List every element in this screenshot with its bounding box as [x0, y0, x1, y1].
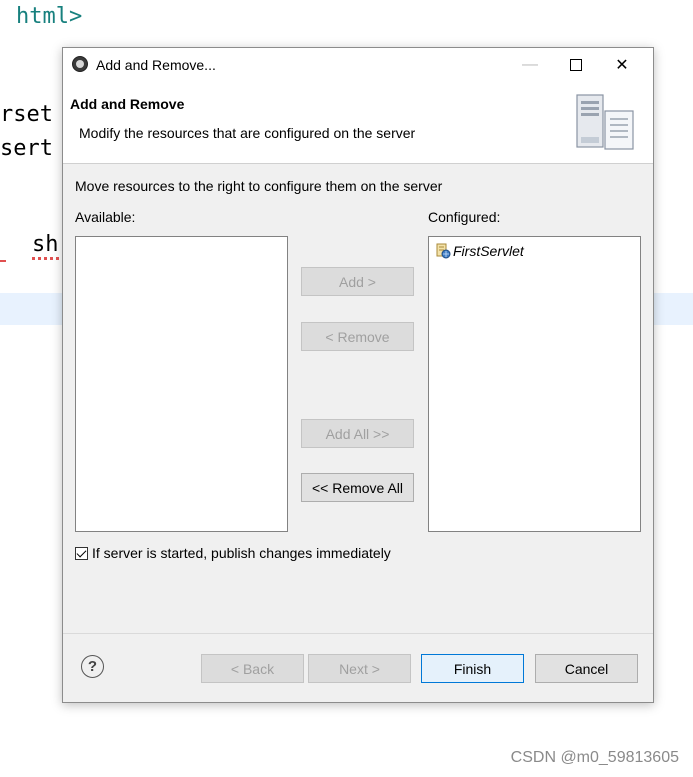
- add-button[interactable]: Add >: [301, 267, 414, 296]
- close-button[interactable]: ✕: [599, 48, 645, 81]
- code-line-1: html>: [16, 4, 83, 29]
- minimize-button[interactable]: —: [507, 48, 553, 81]
- add-remove-dialog: Add and Remove... — ✕ Add and Remove Mod…: [62, 47, 654, 703]
- header-description: Modify the resources that are configured…: [79, 125, 416, 141]
- close-icon: ✕: [615, 56, 629, 74]
- code-line-4: sh: [32, 232, 59, 257]
- error-squiggle: [0, 260, 6, 262]
- back-button[interactable]: < Back: [201, 654, 304, 683]
- configured-item-label: FirstServlet: [453, 243, 524, 259]
- warning-squiggle: [32, 257, 60, 260]
- configured-label: Configured:: [428, 209, 501, 225]
- eclipse-app-icon: [72, 56, 88, 72]
- server-icon: [576, 94, 634, 150]
- instruction-text: Move resources to the right to configure…: [75, 178, 443, 194]
- header-title: Add and Remove: [70, 96, 185, 112]
- code-line-3: sert: [0, 136, 53, 161]
- dialog-titlebar[interactable]: Add and Remove... — ✕: [63, 48, 653, 81]
- publish-checkbox-row[interactable]: If server is started, publish changes im…: [75, 544, 391, 562]
- next-button[interactable]: Next >: [308, 654, 411, 683]
- minimize-icon: —: [522, 55, 538, 73]
- cancel-button[interactable]: Cancel: [535, 654, 638, 683]
- available-label: Available:: [75, 209, 136, 225]
- web-module-icon: [436, 243, 451, 259]
- maximize-button[interactable]: [553, 48, 599, 81]
- remove-all-button[interactable]: << Remove All: [301, 473, 414, 502]
- help-icon[interactable]: ?: [81, 655, 104, 678]
- remove-button[interactable]: < Remove: [301, 322, 414, 351]
- watermark: CSDN @m0_59813605: [510, 749, 679, 766]
- configured-list[interactable]: FirstServlet: [428, 236, 641, 532]
- publish-checkbox-label: If server is started, publish changes im…: [92, 545, 391, 561]
- dialog-header: Add and Remove Modify the resources that…: [63, 81, 653, 164]
- footer-divider: [63, 633, 653, 634]
- add-all-button[interactable]: Add All >>: [301, 419, 414, 448]
- finish-button[interactable]: Finish: [421, 654, 524, 683]
- dialog-title: Add and Remove...: [96, 57, 216, 73]
- publish-checkbox[interactable]: [75, 546, 88, 560]
- available-list[interactable]: [75, 236, 288, 532]
- code-line-2: rset: [0, 102, 53, 127]
- maximize-icon: [570, 58, 582, 71]
